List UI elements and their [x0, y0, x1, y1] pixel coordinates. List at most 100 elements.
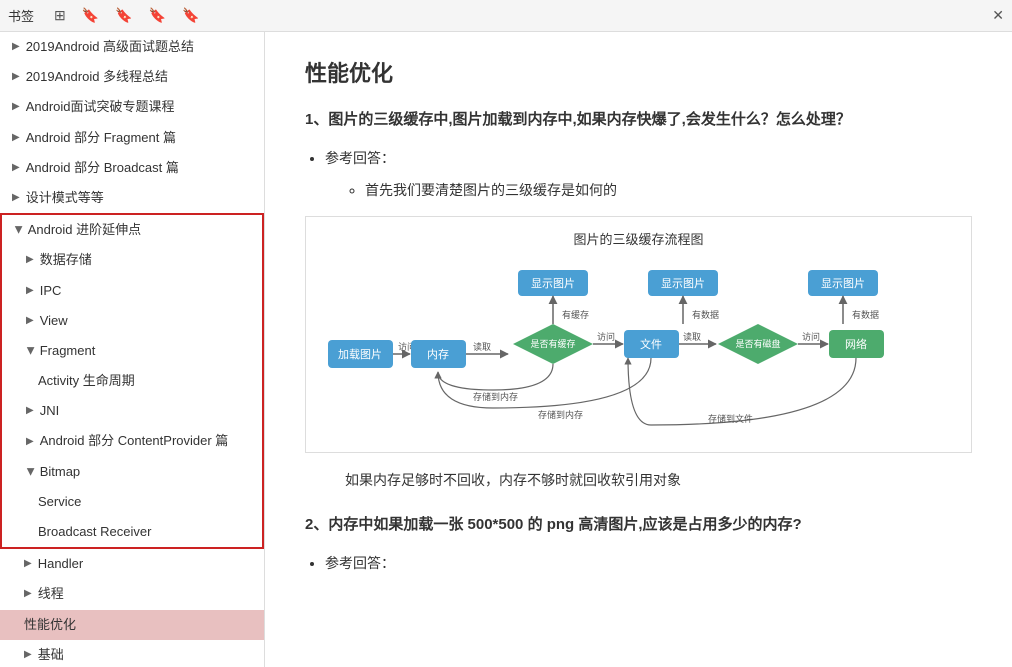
chevron-icon: ▶ [26, 314, 34, 328]
sidebar: ▶ 2019Android 高级面试题总结 ▶ 2019Android 多线程总… [0, 32, 265, 667]
svg-text:读取: 读取 [683, 331, 701, 342]
question-2: 2、内存中如果加载一张 500*500 的 png 高清图片,应该是占用多少的内… [305, 513, 972, 537]
sidebar-item-label: Android 部分 Broadcast 篇 [26, 159, 179, 177]
sidebar-item-label: Android面试突破专题课程 [26, 98, 175, 116]
chevron-icon: ▶ [24, 648, 32, 662]
svg-text:显示图片: 显示图片 [821, 277, 865, 290]
question-1: 1、图片的三级缓存中,图片加载到内存中,如果内存快爆了,会发生什么？怎么处理？ [305, 108, 972, 132]
svg-text:加载图片: 加载图片 [338, 348, 382, 361]
sidebar-item-label: IPC [40, 282, 62, 300]
chevron-icon: ▶ [12, 191, 20, 205]
answer-list-2: 参考回答： [325, 553, 972, 573]
sidebar-item-4[interactable]: ▶ Android 部分 Fragment 篇 [0, 123, 264, 153]
sidebar-item-label: Handler [38, 555, 84, 573]
svg-text:读取: 读取 [473, 341, 491, 352]
sidebar-item-1[interactable]: ▶ 2019Android 高级面试题总结 [0, 32, 264, 62]
svg-text:有数据: 有数据 [692, 309, 719, 320]
answer-list-1: 参考回答： [325, 148, 972, 168]
sidebar-item-6[interactable]: ▶ 设计模式等等 [0, 183, 264, 213]
sidebar-item-12[interactable]: Activity 生命周期 [2, 366, 262, 396]
sidebar-item-21[interactable]: ▶ 基础 [0, 640, 264, 667]
sidebar-item-label: 数据存储 [40, 251, 92, 269]
sidebar-item-label: Broadcast Receiver [38, 523, 151, 541]
diagram-container: 图片的三级缓存流程图 显示图片 显示图片 显示图片 [305, 216, 972, 453]
sidebar-item-label: 2019Android 多线程总结 [26, 68, 168, 86]
bookmark-icon3[interactable]: 🔖 [145, 5, 170, 26]
chevron-icon: ▶ [23, 347, 37, 355]
sidebar-item-3[interactable]: ▶ Android面试突破专题课程 [0, 92, 264, 122]
sidebar-item-label: 性能优化 [24, 616, 76, 634]
sidebar-item-service[interactable]: Service [2, 487, 262, 517]
grid-icon[interactable]: ⊞ [50, 5, 70, 26]
sidebar-item-broadcast-receiver[interactable]: Broadcast Receiver [2, 517, 262, 547]
sidebar-item-14[interactable]: ▶ Android 部分 ContentProvider 篇 [2, 426, 262, 456]
sidebar-item-label: View [40, 312, 68, 330]
sidebar-item-8[interactable]: ▶ 数据存储 [2, 245, 262, 275]
sidebar-item-label: Android 进阶延伸点 [28, 221, 141, 239]
svg-text:存储到内存: 存储到内存 [538, 409, 583, 420]
chevron-icon: ▶ [24, 557, 32, 571]
page-title: 性能优化 [305, 56, 972, 88]
svg-text:显示图片: 显示图片 [661, 277, 705, 290]
sidebar-item-label: Android 部分 ContentProvider 篇 [40, 432, 229, 450]
sidebar-item-label: 2019Android 高级面试题总结 [26, 38, 194, 56]
chevron-icon: ▶ [12, 100, 20, 114]
sidebar-item-18[interactable]: ▶ Handler [0, 549, 264, 579]
sidebar-item-label: Bitmap [40, 463, 80, 481]
svg-text:存储到文件: 存储到文件 [708, 413, 753, 424]
bullet-item-2: 参考回答： [325, 553, 972, 573]
sub-list-1: 首先我们要清楚图片的三级缓存是如何的 [345, 180, 972, 200]
title-bar: 书签 ⊞ 🔖 🔖 🔖 🔖 ✕ [0, 0, 1012, 32]
sidebar-item-13[interactable]: ▶ JNI [2, 396, 262, 426]
flowchart: 显示图片 显示图片 显示图片 有缓存 有数据 有数据 [318, 260, 959, 440]
bullet-item-1: 参考回答： [325, 148, 972, 168]
sidebar-item-label: 基础 [38, 646, 64, 664]
chevron-icon: ▶ [26, 284, 34, 298]
sidebar-item-11[interactable]: ▶ Fragment [2, 336, 262, 366]
svg-text:是否有磁盘: 是否有磁盘 [735, 338, 780, 349]
sidebar-item-15[interactable]: ▶ Bitmap [2, 457, 262, 487]
sidebar-item-2[interactable]: ▶ 2019Android 多线程总结 [0, 62, 264, 92]
chevron-icon: ▶ [12, 131, 20, 145]
sidebar-item-label: Activity 生命周期 [38, 372, 135, 390]
close-icon[interactable]: ✕ [992, 7, 1004, 24]
sidebar-item-9[interactable]: ▶ IPC [2, 276, 262, 306]
title-bar-label: 书签 [8, 6, 34, 25]
diagram-title: 图片的三级缓存流程图 [573, 229, 703, 248]
main-content: ▶ 2019Android 高级面试题总结 ▶ 2019Android 多线程总… [0, 32, 1012, 667]
chevron-icon: ▶ [12, 161, 20, 175]
svg-text:是否有缓存: 是否有缓存 [530, 338, 575, 349]
title-bar-icons: ⊞ 🔖 🔖 🔖 🔖 [50, 5, 203, 26]
chevron-icon: ▶ [26, 253, 34, 267]
flowchart-svg: 显示图片 显示图片 显示图片 有缓存 有数据 有数据 [318, 260, 959, 440]
sidebar-item-label: Android 部分 Fragment 篇 [26, 129, 176, 147]
circle-item-1: 首先我们要清楚图片的三级缓存是如何的 [365, 180, 972, 200]
bookmark-icon2[interactable]: 🔖 [111, 5, 136, 26]
content-area: 性能优化 1、图片的三级缓存中,图片加载到内存中,如果内存快爆了,会发生什么？怎… [265, 32, 1012, 667]
sidebar-item-label: 设计模式等等 [26, 189, 104, 207]
sidebar-item-label: Service [38, 493, 81, 511]
sidebar-item-10[interactable]: ▶ View [2, 306, 262, 336]
svg-text:访问: 访问 [802, 331, 820, 342]
sidebar-item-label: JNI [40, 402, 60, 420]
chevron-icon: ▶ [23, 468, 37, 476]
sidebar-item-19[interactable]: ▶ 线程 [0, 579, 264, 609]
svg-text:网络: 网络 [845, 337, 867, 351]
chevron-icon: ▶ [26, 435, 34, 449]
svg-text:访问: 访问 [597, 331, 615, 342]
svg-text:有数据: 有数据 [852, 309, 879, 320]
sidebar-item-5[interactable]: ▶ Android 部分 Broadcast 篇 [0, 153, 264, 183]
bookmark-icon4[interactable]: 🔖 [178, 5, 203, 26]
svg-text:存储到内存: 存储到内存 [473, 391, 518, 402]
chevron-icon: ▶ [24, 587, 32, 601]
chevron-icon: ▶ [26, 404, 34, 418]
sidebar-item-performance[interactable]: 性能优化 [0, 610, 264, 640]
group-border: ▶ Android 进阶延伸点 ▶ 数据存储 ▶ IPC ▶ View ▶ Fr… [0, 213, 264, 549]
q1-answer-text: 如果内存足够时不回收，内存不够时就回收软引用对象 [345, 469, 972, 493]
chevron-icon: ▶ [11, 226, 25, 234]
bookmark-icon1[interactable]: 🔖 [78, 5, 103, 26]
chevron-icon: ▶ [12, 70, 20, 84]
sidebar-item-label: 线程 [38, 585, 64, 603]
svg-text:内存: 内存 [427, 347, 449, 361]
sidebar-item-7[interactable]: ▶ Android 进阶延伸点 [2, 215, 262, 245]
